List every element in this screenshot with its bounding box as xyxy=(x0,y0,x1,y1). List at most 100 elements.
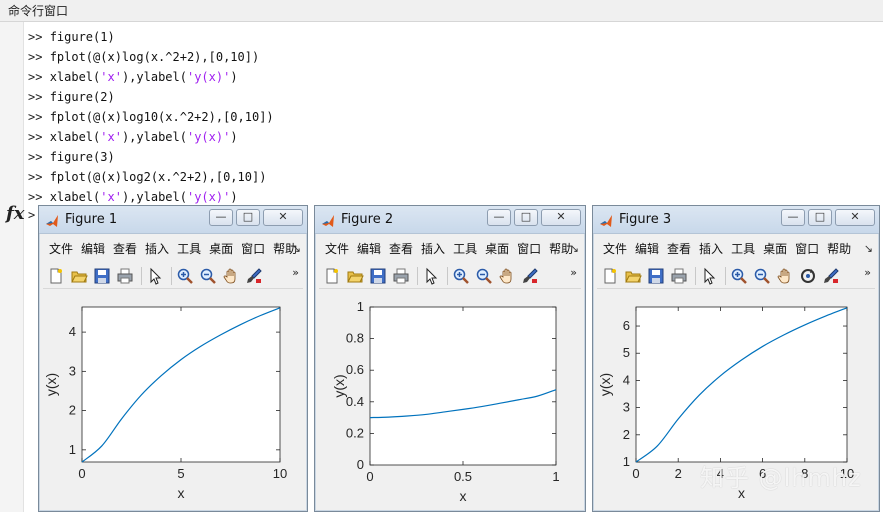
menu-item[interactable]: 帮助 xyxy=(827,237,851,261)
figure-title-bar[interactable]: Figure 3 ✕ □ — xyxy=(593,206,879,234)
open-folder-icon[interactable] xyxy=(70,267,88,285)
save-icon[interactable] xyxy=(647,267,665,285)
matlab-logo-icon xyxy=(45,213,59,227)
maximize-button[interactable]: □ xyxy=(514,209,538,226)
chart-svg[interactable]: 0 0.5 1 0 0.2 0.4 0.6 0.8 1 x y(x) xyxy=(320,291,582,508)
zoom-in-icon[interactable] xyxy=(176,267,194,285)
command-prompt-marker: >> xyxy=(28,50,50,64)
pointer-icon[interactable] xyxy=(700,267,718,285)
menu-overflow-icon[interactable]: ↘ xyxy=(570,237,579,261)
x-axis-label: x xyxy=(460,488,467,504)
zoom-out-icon[interactable] xyxy=(475,267,493,285)
menu-item[interactable]: 查看 xyxy=(113,237,137,261)
new-file-icon[interactable] xyxy=(601,267,619,285)
menu-item[interactable]: 桌面 xyxy=(485,237,509,261)
open-folder-icon[interactable] xyxy=(624,267,642,285)
y-tick-label: 2 xyxy=(69,403,76,418)
toolbar-overflow-icon[interactable]: » xyxy=(292,266,299,279)
new-file-icon[interactable] xyxy=(47,267,65,285)
rotate-icon[interactable] xyxy=(799,267,817,285)
print-icon[interactable] xyxy=(392,267,410,285)
close-button[interactable]: ✕ xyxy=(263,209,303,226)
save-icon[interactable] xyxy=(369,267,387,285)
menu-item[interactable]: 工具 xyxy=(453,237,477,261)
pan-icon[interactable] xyxy=(222,267,240,285)
pan-icon[interactable] xyxy=(776,267,794,285)
zoom-out-icon[interactable] xyxy=(199,267,217,285)
menu-item[interactable]: 窗口 xyxy=(517,237,541,261)
command-code: ),ylabel( xyxy=(121,190,187,204)
menu-item[interactable]: 编辑 xyxy=(357,237,381,261)
y-tick-label: 0.2 xyxy=(346,425,364,440)
brush-icon[interactable] xyxy=(822,267,840,285)
zoom-in-icon[interactable] xyxy=(730,267,748,285)
menu-item[interactable]: 文件 xyxy=(49,237,73,261)
command-code: fplot(@(x)log2(x.^2+2),[0,10]) xyxy=(49,170,267,184)
pointer-icon[interactable] xyxy=(422,267,440,285)
command-line: >> fplot(@(x)log10(x.^2+2),[0,10]) xyxy=(28,107,274,127)
brush-icon[interactable] xyxy=(245,267,263,285)
open-folder-icon[interactable] xyxy=(346,267,364,285)
menu-item[interactable]: 桌面 xyxy=(209,237,233,261)
menu-item[interactable]: 窗口 xyxy=(795,237,819,261)
command-line: >> fplot(@(x)log(x.^2+2),[0,10]) xyxy=(28,47,274,67)
command-code: fplot(@(x)log10(x.^2+2),[0,10]) xyxy=(49,110,274,124)
maximize-button[interactable]: □ xyxy=(808,209,832,226)
menu-overflow-icon[interactable]: ↘ xyxy=(864,237,873,261)
print-icon[interactable] xyxy=(116,267,134,285)
y-tick-label: 3 xyxy=(623,400,630,415)
menu-item[interactable]: 编辑 xyxy=(635,237,659,261)
menu-item[interactable]: 插入 xyxy=(421,237,445,261)
print-icon[interactable] xyxy=(670,267,688,285)
save-icon[interactable] xyxy=(93,267,111,285)
chart-svg[interactable]: 0 5 10 1 2 3 4 x y(x) xyxy=(44,291,304,508)
toolbar-overflow-icon[interactable]: » xyxy=(570,266,577,279)
command-prompt[interactable]: > xyxy=(28,208,35,222)
plot-area: 0 5 10 1 2 3 4 x y(x) xyxy=(44,291,302,506)
fx-icon[interactable]: fx xyxy=(6,203,24,224)
command-string: 'y(x)' xyxy=(186,190,231,204)
figure-title-bar[interactable]: Figure 1 ✕ □ — xyxy=(39,206,307,234)
menu-item[interactable]: 文件 xyxy=(603,237,627,261)
menu-item[interactable]: 文件 xyxy=(325,237,349,261)
brush-icon[interactable] xyxy=(521,267,539,285)
zoom-in-icon[interactable] xyxy=(452,267,470,285)
figure-window-2[interactable]: Figure 2 ✕ □ — 文件 编辑 查看 插入 工具 桌面 窗口 帮助 ↘ » 0 0.5 1 0 0.2 0.… xyxy=(314,205,586,512)
y-tick-label: 4 xyxy=(69,324,76,339)
menu-overflow-icon[interactable]: ↘ xyxy=(292,237,301,261)
toolbar-overflow-icon[interactable]: » xyxy=(864,266,871,279)
command-line: >> fplot(@(x)log2(x.^2+2),[0,10]) xyxy=(28,167,274,187)
minimize-button[interactable]: — xyxy=(209,209,233,226)
command-string: 'y(x)' xyxy=(186,70,231,84)
maximize-button[interactable]: □ xyxy=(236,209,260,226)
figure-title-bar[interactable]: Figure 2 ✕ □ — xyxy=(315,206,585,234)
pan-icon[interactable] xyxy=(498,267,516,285)
minimize-button[interactable]: — xyxy=(487,209,511,226)
menu-item[interactable]: 插入 xyxy=(699,237,723,261)
zoom-out-icon[interactable] xyxy=(753,267,771,285)
command-code: ) xyxy=(230,130,238,144)
menu-item[interactable]: 查看 xyxy=(389,237,413,261)
menu-item[interactable]: 查看 xyxy=(667,237,691,261)
command-line: >> xlabel('x'),ylabel('y(x)') xyxy=(28,127,274,147)
close-button[interactable]: ✕ xyxy=(835,209,875,226)
command-history[interactable]: >> figure(1) >> fplot(@(x)log(x.^2+2),[0,… xyxy=(28,27,274,207)
command-line: >> figure(1) xyxy=(28,27,274,47)
minimize-button[interactable]: — xyxy=(781,209,805,226)
matlab-logo-icon xyxy=(599,213,613,227)
new-file-icon[interactable] xyxy=(323,267,341,285)
command-line: >> figure(2) xyxy=(28,87,274,107)
menu-item[interactable]: 工具 xyxy=(177,237,201,261)
menu-item[interactable]: 插入 xyxy=(145,237,169,261)
menu-item[interactable]: 工具 xyxy=(731,237,755,261)
close-button[interactable]: ✕ xyxy=(541,209,581,226)
figure-window-1[interactable]: Figure 1 ✕ □ — 文件 编辑 查看 插入 工具 桌面 窗口 帮助 ↘ » 0 5 10 1 2 3 4 x y(… xyxy=(38,205,308,512)
command-code: ) xyxy=(230,70,238,84)
menu-item[interactable]: 窗口 xyxy=(241,237,265,261)
watermark: 知乎 @lhmhz xyxy=(700,464,862,492)
command-prompt-marker: >> xyxy=(28,30,50,44)
pointer-icon[interactable] xyxy=(146,267,164,285)
command-window-title: 命令行窗口 xyxy=(0,0,883,22)
menu-item[interactable]: 编辑 xyxy=(81,237,105,261)
menu-item[interactable]: 桌面 xyxy=(763,237,787,261)
